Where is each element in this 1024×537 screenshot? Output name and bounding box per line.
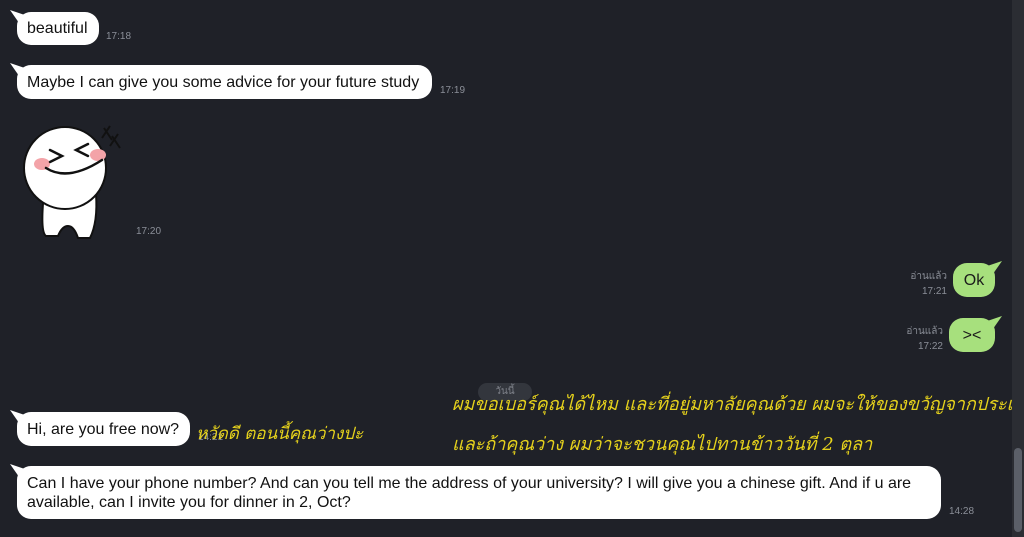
scrollbar[interactable] <box>1012 0 1024 537</box>
message-time: 17:22 <box>917 341 943 352</box>
message-text: Maybe I can give you some advice for you… <box>27 73 420 91</box>
message-bubble-incoming[interactable]: beautiful <box>17 12 99 45</box>
message-bubble-outgoing[interactable]: >< <box>949 318 995 352</box>
message-time: 14:28 <box>949 506 975 517</box>
annotation-text: หวัดดี ตอนนี้คุณว่างปะ <box>196 424 364 444</box>
read-receipt: อ่านแล้ว 17:21 <box>887 269 947 299</box>
message-text: Can I have your phone number? And can yo… <box>27 474 912 511</box>
annotation-text: ผมขอเบอร์คุณได้ไหม และที่อยู่มหาลัยคุณด้… <box>452 394 1024 415</box>
laughing-character-sticker <box>23 125 121 239</box>
message-time: 17:19 <box>440 85 466 96</box>
message-time: 17:20 <box>136 226 162 237</box>
message-time: 17:21 <box>921 286 947 297</box>
message-bubble-incoming[interactable]: Can I have your phone number? And can yo… <box>17 466 941 519</box>
message-text: beautiful <box>27 20 88 37</box>
message-text: Hi, are you free now? <box>27 420 180 438</box>
message-time: 17:18 <box>106 31 132 42</box>
message-text: Ok <box>963 271 985 289</box>
message-text: >< <box>962 326 982 344</box>
annotation-text: และถ้าคุณว่าง ผมว่าจะชวนคุณไปทานข้าววันท… <box>452 434 873 455</box>
read-receipt: อ่านแล้ว 17:22 <box>883 324 943 354</box>
read-label: อ่านแล้ว <box>910 271 947 282</box>
scrollbar-thumb[interactable] <box>1014 448 1022 532</box>
message-bubble-incoming[interactable]: Maybe I can give you some advice for you… <box>17 65 432 99</box>
sticker-message[interactable] <box>18 122 128 244</box>
read-label: อ่านแล้ว <box>906 326 943 337</box>
message-bubble-incoming[interactable]: Hi, are you free now? <box>17 412 190 446</box>
message-bubble-outgoing[interactable]: Ok <box>953 263 995 297</box>
